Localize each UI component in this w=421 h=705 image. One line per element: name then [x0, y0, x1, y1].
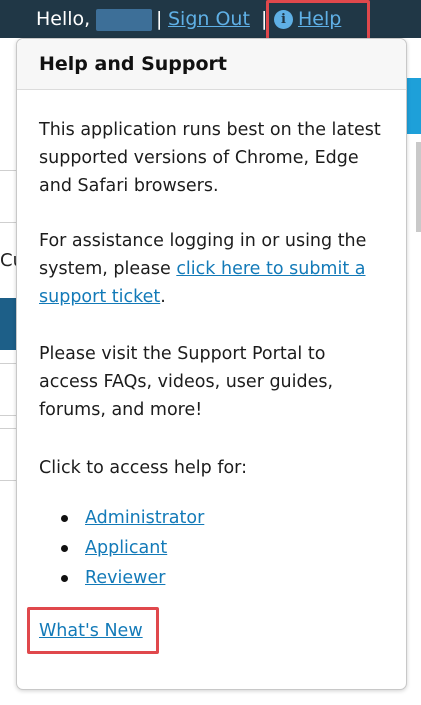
reviewer-help-link[interactable]: Reviewer	[85, 568, 165, 588]
help-support-popover: Help and Support This application runs b…	[16, 38, 407, 690]
background-divider	[0, 428, 16, 429]
list-item: Applicant	[61, 533, 204, 563]
assistance-text-suffix: .	[160, 287, 166, 307]
greeting-text: Hello,	[36, 8, 91, 30]
browser-support-text: This application runs best on the latest…	[39, 120, 381, 196]
background-divider	[0, 170, 16, 171]
list-item: Administrator	[61, 503, 204, 533]
assistance-text: For assistance logging in or using the s…	[39, 227, 389, 311]
highlight-box-help	[266, 0, 370, 41]
page: Hello, | Sign Out | i Help Cu Help and S…	[0, 0, 421, 705]
background-divider	[0, 363, 16, 364]
background-divider	[0, 415, 16, 416]
background-divider	[0, 222, 16, 223]
support-portal-text: Please visit the Support Portal to acces…	[39, 344, 334, 420]
access-help-label: Click to access help for:	[39, 458, 247, 478]
help-role-list: Administrator Applicant Reviewer	[61, 503, 204, 593]
separator: |	[156, 8, 163, 30]
scrollbar[interactable]	[416, 142, 421, 232]
redacted-username	[96, 9, 152, 31]
list-item: Reviewer	[61, 563, 204, 593]
background-divider	[0, 480, 16, 481]
background-button	[0, 298, 16, 350]
sign-out-link[interactable]: Sign Out	[168, 6, 250, 32]
administrator-help-link[interactable]: Administrator	[85, 508, 204, 528]
applicant-help-link[interactable]: Applicant	[85, 538, 167, 558]
popover-header: Help and Support	[17, 39, 406, 90]
whats-new-link[interactable]: What's New	[39, 619, 143, 643]
popover-title: Help and Support	[39, 53, 227, 75]
